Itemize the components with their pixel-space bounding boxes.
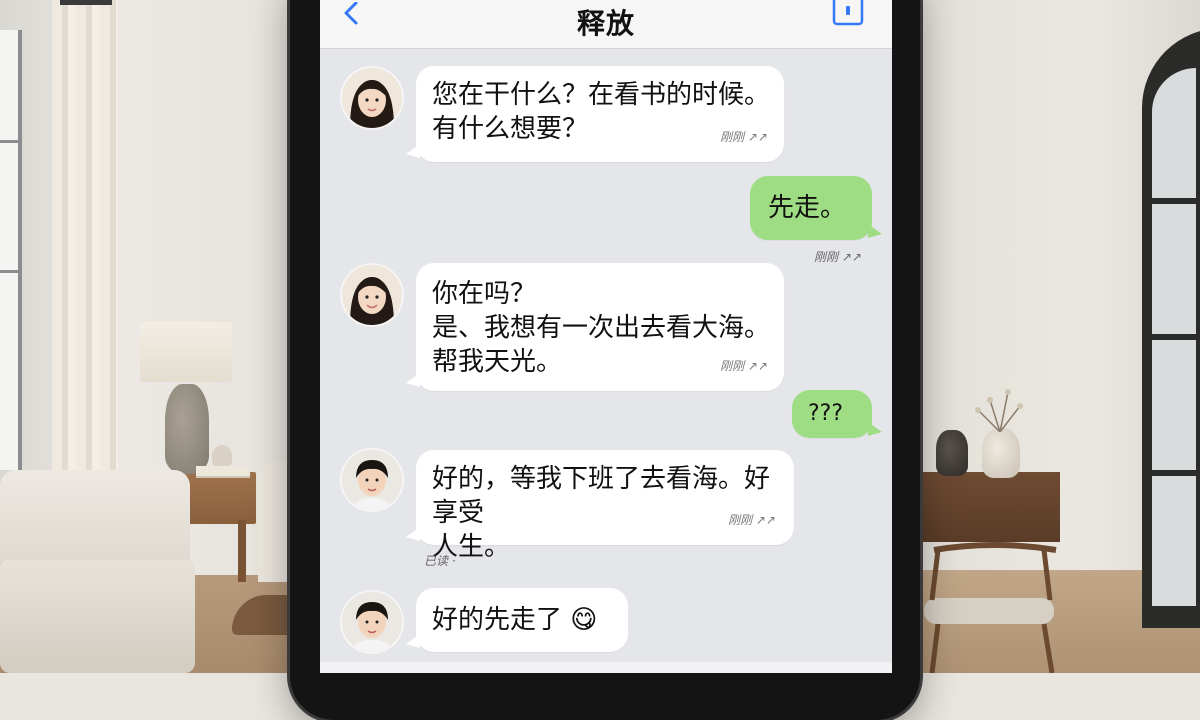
small-vase — [212, 445, 232, 467]
incoming-message-bubble[interactable]: 好的先走了 😋 — [406, 588, 628, 652]
boy-avatar[interactable] — [340, 590, 404, 654]
girl-avatar[interactable] — [340, 66, 404, 130]
chat-title: 释放 — [576, 7, 635, 40]
dark-vase — [936, 430, 968, 476]
message-text: 先走。 — [768, 193, 847, 223]
navigation-bar: 释放 — [320, 0, 892, 49]
message-time: 刚刚 ↗↗ — [720, 130, 768, 144]
books — [196, 466, 250, 478]
message-time: 刚刚 ↗↗ — [728, 513, 776, 527]
arched-door — [1142, 28, 1200, 628]
lamp-base — [165, 384, 209, 474]
incoming-message-bubble[interactable]: 您在干什么？在看书的时候。 有什么想要？ 刚刚 ↗↗ — [406, 66, 784, 162]
console-table — [922, 472, 1060, 542]
chat-screen: 释放 您在干什么？在看书的时候。 有什么想要？ 刚刚 ↗↗ 先走。 刚刚 ↗↗ — [320, 0, 892, 673]
girl-avatar[interactable] — [340, 263, 404, 327]
incoming-message-bubble[interactable]: 好的，等我下班了去看海。好享受 人生。 刚刚 ↗↗ — [406, 450, 794, 562]
message-time: 刚刚 ↗↗ — [720, 359, 768, 373]
read-receipt: 已读 · — [424, 554, 456, 568]
curtain — [52, 0, 118, 500]
input-bar-edge — [320, 662, 892, 673]
dried-branches — [975, 389, 1023, 432]
sofa-seat — [0, 560, 195, 673]
message-text: 好的先走了 😋 — [432, 605, 598, 635]
lamp-shade — [140, 322, 232, 382]
outgoing-message-bubble[interactable]: ??? — [792, 390, 882, 438]
outgoing-message-bubble[interactable]: 先走。 — [750, 176, 882, 240]
boy-avatar[interactable] — [340, 448, 404, 512]
message-time: 刚刚 ↗↗ — [814, 250, 862, 264]
message-text: ??? — [808, 401, 844, 426]
light-vase — [982, 428, 1020, 478]
window — [0, 30, 22, 470]
curtain-rod — [60, 0, 112, 5]
contact-card-icon[interactable] — [832, 0, 866, 26]
incoming-message-bubble[interactable]: 你在吗？ 是、我想有一次出去看大海。 帮我天光。 刚刚 ↗↗ — [406, 263, 784, 391]
wooden-chair — [924, 542, 1057, 673]
armchair — [258, 462, 294, 582]
side-table-leg — [238, 520, 246, 582]
